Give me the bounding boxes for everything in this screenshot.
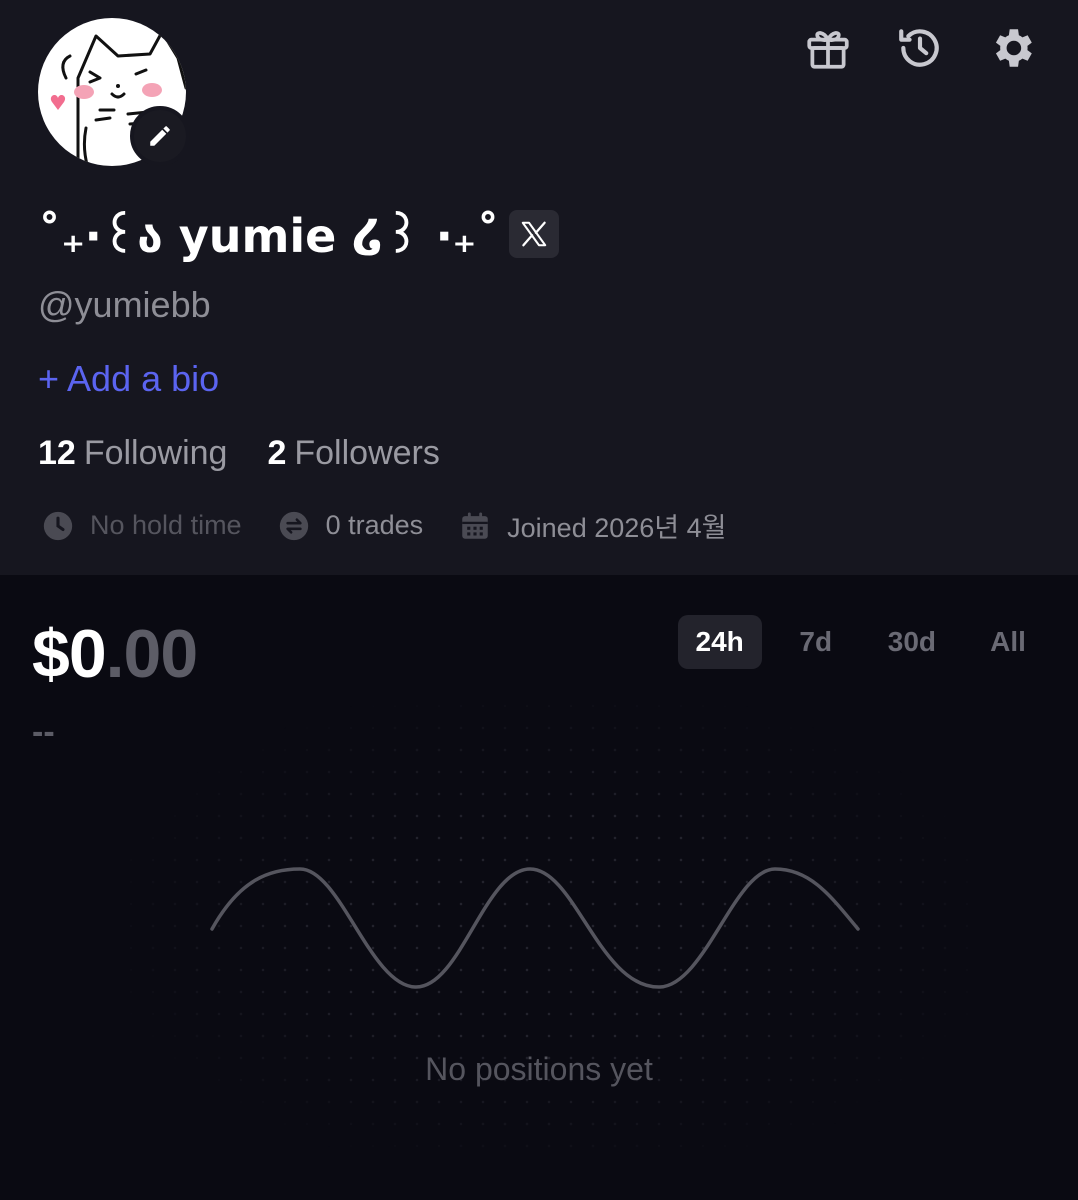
portfolio-balance: $0.00 bbox=[32, 615, 199, 693]
following-stat[interactable]: 12 Following bbox=[38, 434, 227, 473]
history-icon bbox=[899, 29, 939, 67]
profile-header: ˚₊‧꒰ა yumie ໒꒱ ‧₊˚ @yumiebb + Add a bio … bbox=[0, 0, 1078, 575]
name-row: ˚₊‧꒰ა yumie ໒꒱ ‧₊˚ bbox=[38, 204, 560, 264]
time-range-tabs: 24h 7d 30d All bbox=[677, 615, 1049, 669]
settings-icon bbox=[995, 29, 1032, 67]
empty-positions-message: No positions yet bbox=[425, 1051, 653, 1087]
balance-cents: .00 bbox=[105, 616, 199, 692]
profile-meta: No hold time 0 trades Joined 2026년 4월 bbox=[40, 506, 760, 545]
avatar-container bbox=[38, 18, 190, 168]
joined-text: Joined 2026년 4월 bbox=[507, 513, 727, 543]
range-tab-30d[interactable]: 30d bbox=[870, 615, 954, 669]
x-logo-icon bbox=[522, 221, 547, 247]
hold-time-info: No hold time bbox=[40, 508, 242, 544]
followers-count: 2 bbox=[267, 434, 287, 472]
follow-stats: 12 Following 2 Followers bbox=[38, 434, 440, 473]
x-account-badge[interactable] bbox=[509, 210, 560, 258]
following-label: Following bbox=[83, 434, 228, 472]
display-name: ˚₊‧꒰ა yumie ໒꒱ ‧₊˚ bbox=[38, 209, 500, 263]
gift-button[interactable] bbox=[802, 22, 854, 74]
balance-change: -- bbox=[32, 713, 55, 751]
hold-time-text: No hold time bbox=[90, 510, 242, 540]
profile-page: ˚₊‧꒰ა yumie ໒꒱ ‧₊˚ @yumiebb + Add a bio … bbox=[0, 0, 1078, 1200]
joined-info: Joined 2026년 4월 bbox=[457, 506, 726, 545]
range-tab-all[interactable]: All bbox=[968, 615, 1048, 669]
empty-state-wave bbox=[210, 867, 860, 989]
gift-icon bbox=[807, 31, 849, 69]
followers-label: Followers bbox=[294, 434, 440, 472]
swap-icon bbox=[276, 508, 312, 544]
range-tab-24h[interactable]: 24h bbox=[677, 615, 762, 669]
pencil-icon bbox=[150, 126, 170, 146]
edit-avatar-button[interactable] bbox=[130, 106, 190, 166]
balance-dollars: $0 bbox=[32, 616, 107, 692]
range-tab-7d[interactable]: 7d bbox=[776, 615, 856, 669]
history-button[interactable] bbox=[894, 22, 946, 74]
username-handle: @yumiebb bbox=[38, 284, 211, 325]
portfolio-panel: $0.00 -- 24h 7d 30d All No positions yet bbox=[0, 575, 1078, 1200]
settings-button[interactable] bbox=[986, 22, 1038, 74]
trades-info: 0 trades bbox=[276, 508, 424, 544]
following-count: 12 bbox=[38, 434, 76, 472]
followers-stat[interactable]: 2 Followers bbox=[267, 434, 439, 473]
trades-text: 0 trades bbox=[325, 510, 424, 540]
add-bio-link[interactable]: + Add a bio bbox=[38, 358, 219, 400]
calendar-icon bbox=[457, 508, 493, 544]
top-toolbar bbox=[802, 22, 1038, 74]
clock-icon bbox=[40, 508, 76, 544]
